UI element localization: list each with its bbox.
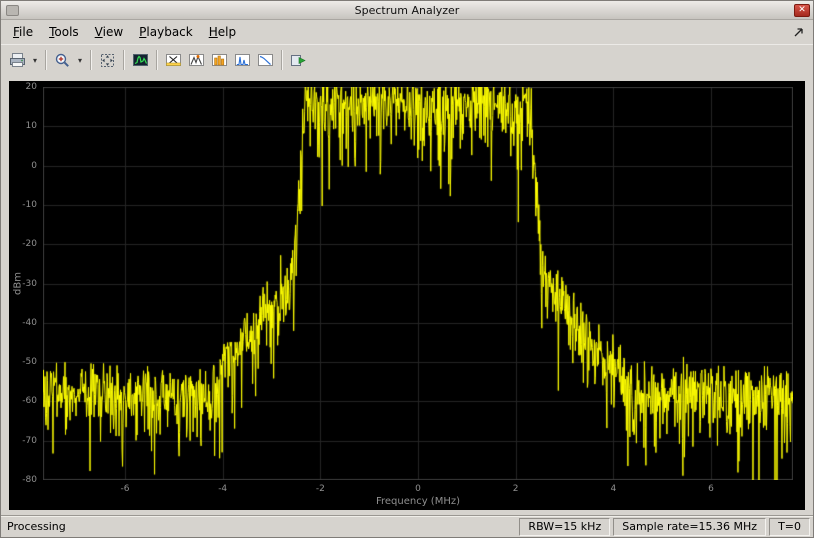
status-time: T=0: [769, 518, 810, 536]
y-tick-label: -70: [9, 436, 40, 446]
distortion-measurements-icon: [234, 52, 251, 69]
title-bar[interactable]: Spectrum Analyzer ✕: [1, 1, 813, 20]
status-rbw: RBW=15 kHz: [519, 518, 610, 536]
spectrum-display: dBm Frequency (MHz) 20100-10-20-30-40-50…: [9, 81, 805, 510]
toolbar-separator: [123, 50, 125, 70]
status-sample-rate: Sample rate=15.36 MHz: [613, 518, 766, 536]
menu-view[interactable]: View: [87, 22, 131, 42]
x-tick-label: 4: [598, 484, 628, 494]
status-cells: RBW=15 kHz Sample rate=15.36 MHz T=0: [519, 518, 813, 536]
fit-to-view-icon: [99, 52, 116, 69]
y-tick-label: 10: [9, 121, 40, 131]
ccdf-measurements-button[interactable]: [254, 48, 277, 72]
y-tick-label: 0: [9, 161, 40, 171]
cursor-measurements-icon: [165, 52, 182, 69]
printer-icon: [9, 52, 26, 69]
x-tick-label: 6: [696, 484, 726, 494]
toolbar-separator: [281, 50, 283, 70]
x-tick-label: -4: [208, 484, 238, 494]
step-forward-button[interactable]: [287, 48, 310, 72]
toolbar-separator: [156, 50, 158, 70]
print-button[interactable]: [6, 48, 29, 72]
step-forward-icon: [290, 52, 307, 69]
spectrum-settings-icon: [132, 52, 149, 69]
peak-finder-button[interactable]: [185, 48, 208, 72]
menu-bar: File Tools View Playback Help: [1, 20, 813, 44]
y-tick-label: -80: [9, 475, 40, 485]
x-axis-label: Frequency (MHz): [43, 496, 793, 507]
fit-to-view-button[interactable]: [96, 48, 119, 72]
y-tick-label: -10: [9, 200, 40, 210]
x-tick-label: 2: [501, 484, 531, 494]
y-tick-label: -60: [9, 396, 40, 406]
menu-help[interactable]: Help: [201, 22, 244, 42]
spectrum-analyzer-window: Spectrum Analyzer ✕ File Tools View Play…: [0, 0, 814, 538]
menu-file[interactable]: File: [5, 22, 41, 42]
distortion-measurements-button[interactable]: [231, 48, 254, 72]
dock-button[interactable]: [790, 23, 808, 40]
x-tick-label: 0: [403, 484, 433, 494]
toolbar: ▾ ▾: [1, 44, 813, 75]
y-tick-label: -40: [9, 318, 40, 328]
toolbar-separator: [45, 50, 47, 70]
undock-arrow-icon: [793, 26, 805, 38]
close-button[interactable]: ✕: [794, 4, 810, 17]
cursor-measurements-button[interactable]: [162, 48, 185, 72]
ccdf-measurements-icon: [257, 52, 274, 69]
spectrum-plot-canvas[interactable]: [43, 87, 793, 480]
zoom-dropdown[interactable]: ▾: [74, 48, 86, 72]
status-message: Processing: [1, 520, 66, 533]
y-tick-label: -50: [9, 357, 40, 367]
zoom-in-icon: [54, 52, 71, 69]
peak-finder-icon: [188, 52, 205, 69]
channel-measurements-icon: [211, 52, 228, 69]
y-tick-label: -20: [9, 239, 40, 249]
print-dropdown[interactable]: ▾: [29, 48, 41, 72]
toolbar-separator: [90, 50, 92, 70]
x-tick-label: -6: [110, 484, 140, 494]
menu-tools[interactable]: Tools: [41, 22, 87, 42]
channel-measurements-button[interactable]: [208, 48, 231, 72]
x-tick-label: -2: [305, 484, 335, 494]
window-title: Spectrum Analyzer: [1, 4, 813, 17]
y-tick-label: -30: [9, 279, 40, 289]
menu-playback[interactable]: Playback: [131, 22, 201, 42]
status-bar: Processing RBW=15 kHz Sample rate=15.36 …: [1, 515, 813, 537]
spectrum-settings-button[interactable]: [129, 48, 152, 72]
y-tick-label: 20: [9, 82, 40, 92]
zoom-in-button[interactable]: [51, 48, 74, 72]
window-icon: [6, 5, 19, 16]
